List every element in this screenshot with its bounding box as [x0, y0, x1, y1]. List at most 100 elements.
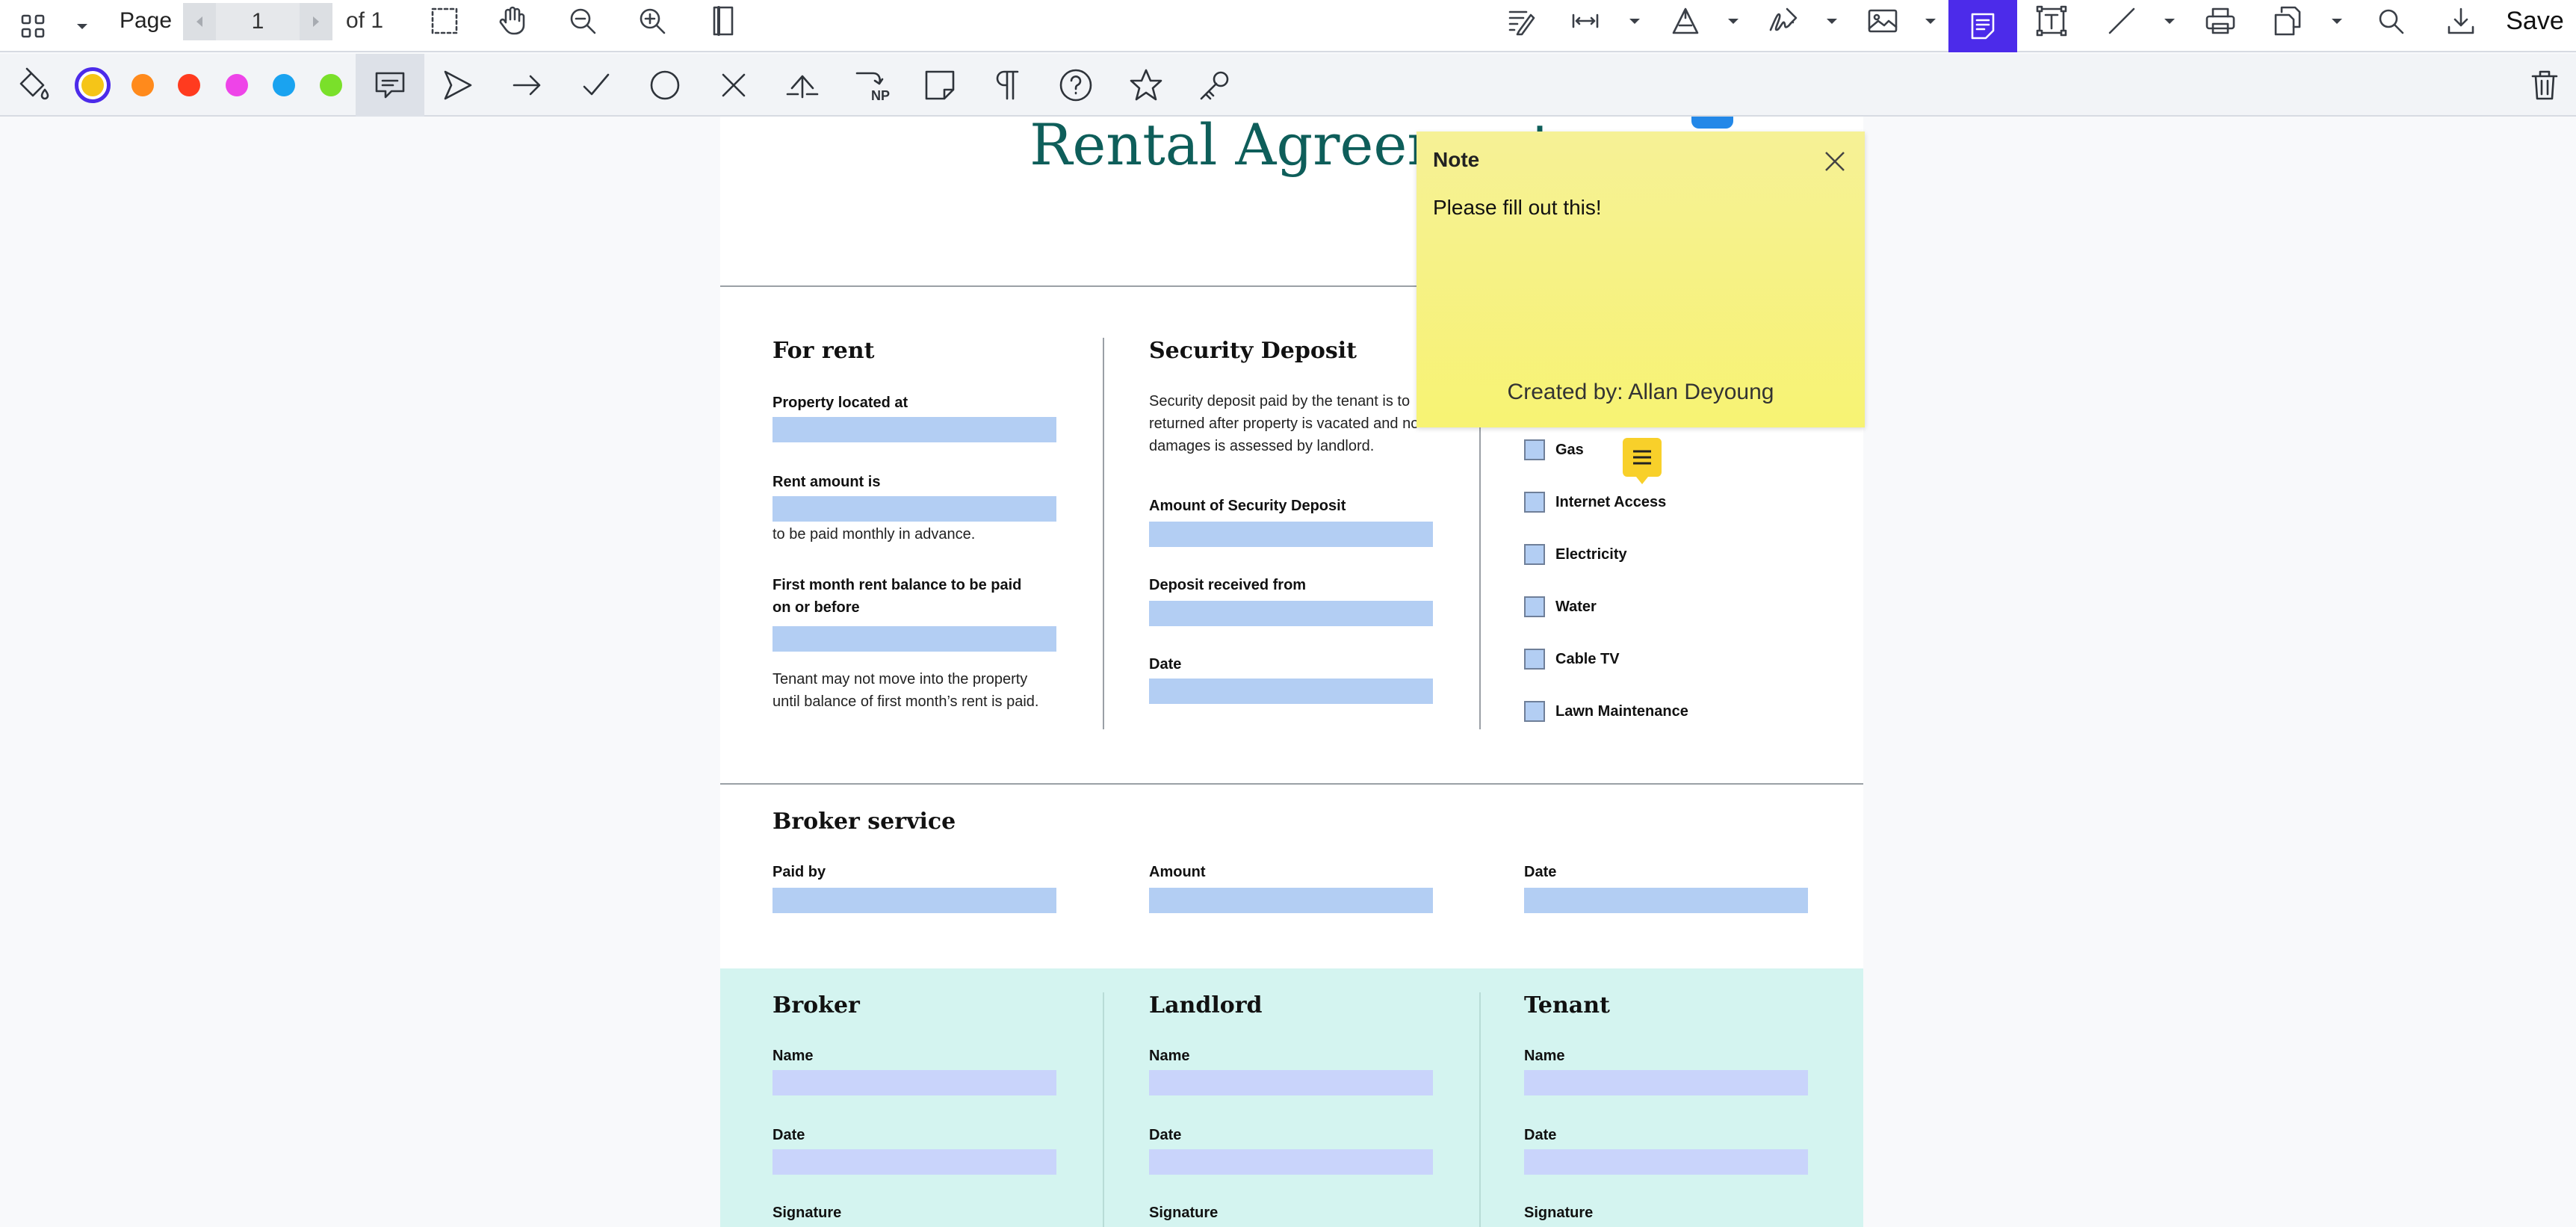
landlord-name-label: Name	[1149, 1048, 1190, 1064]
landlord-date-field[interactable]	[1149, 1149, 1433, 1175]
broker-sig-date-field[interactable]	[773, 1149, 1056, 1175]
security-deposit-heading: Security Deposit	[1149, 338, 1357, 364]
tenant-name-field[interactable]	[1524, 1070, 1808, 1095]
pages-dropdown-icon[interactable]	[2322, 0, 2352, 42]
trash-icon[interactable]	[2522, 54, 2567, 117]
help-icon[interactable]	[1053, 54, 1098, 117]
grid-icon[interactable]	[10, 0, 55, 52]
broker-name-field[interactable]	[773, 1070, 1056, 1095]
annotation-pin[interactable]	[1691, 117, 1733, 129]
sticky-note-icon[interactable]	[917, 54, 962, 117]
note-body[interactable]: Please fill out this!	[1433, 196, 1602, 220]
first-month-label-line2: on or before	[773, 599, 860, 616]
replace-text-icon[interactable]: NP	[849, 54, 895, 117]
page-count: of 1	[346, 8, 384, 33]
deposit-date-field[interactable]	[1149, 679, 1433, 704]
broker-sig-date-label: Date	[773, 1127, 805, 1143]
chevron-left-icon	[196, 16, 202, 27]
color-swatch-red[interactable]	[170, 54, 208, 117]
checkbox-label-lawn: Lawn Maintenance	[1555, 703, 1688, 720]
cross-icon[interactable]	[711, 54, 756, 117]
pan-hand-icon[interactable]	[489, 0, 534, 42]
rent-note: to be paid monthly in advance.	[773, 526, 976, 543]
broker-name-label: Name	[773, 1048, 814, 1064]
checkbox-lawn[interactable]	[1524, 701, 1545, 722]
checkbox-water[interactable]	[1524, 596, 1545, 617]
color-swatch-yellow[interactable]	[70, 54, 115, 117]
tenant-name-label: Name	[1524, 1048, 1565, 1064]
previous-page-button[interactable]	[183, 3, 216, 40]
key-icon[interactable]	[1192, 54, 1237, 117]
paint-bucket-icon[interactable]	[10, 54, 55, 117]
measure-dropdown-icon[interactable]	[1620, 0, 1650, 42]
tenant-signature-label: Signature	[1524, 1205, 1594, 1221]
signature-icon[interactable]	[1762, 0, 1806, 42]
arrow-icon[interactable]	[505, 54, 550, 117]
checkbox-cable-tv[interactable]	[1524, 649, 1545, 670]
check-icon[interactable]	[574, 54, 619, 117]
broker-service-heading: Broker service	[773, 809, 956, 835]
save-button[interactable]: Save	[2494, 0, 2576, 42]
checkbox-gas[interactable]	[1524, 439, 1545, 460]
fill-sign-icon[interactable]	[1663, 0, 1708, 42]
text-box-icon[interactable]	[2029, 0, 2074, 42]
np-label: NP	[871, 88, 891, 103]
first-month-field[interactable]	[773, 626, 1056, 652]
deposit-amount-field[interactable]	[1149, 522, 1433, 547]
tenant-date-label: Date	[1524, 1127, 1557, 1143]
tenant-note-line1: Tenant may not move into the property	[773, 671, 1028, 687]
chevron-right-icon	[313, 16, 319, 27]
page-navigator: 1	[183, 3, 332, 40]
property-label: Property located at	[773, 395, 908, 411]
single-page-view-icon[interactable]	[702, 0, 744, 42]
chevron-down-icon[interactable]	[67, 0, 97, 52]
color-swatch-green[interactable]	[312, 54, 350, 117]
paid-by-label: Paid by	[773, 864, 826, 880]
print-icon[interactable]	[2198, 0, 2243, 42]
first-month-label-line1: First month rent balance to be paid	[773, 577, 1022, 593]
comment-icon[interactable]	[356, 54, 424, 117]
insert-text-icon[interactable]	[780, 54, 825, 117]
rent-amount-field[interactable]	[773, 496, 1056, 522]
broker-signature-label: Signature	[773, 1205, 842, 1221]
paragraph-icon[interactable]	[985, 54, 1030, 117]
circle-icon[interactable]	[643, 54, 687, 117]
note-popup[interactable]: Note Please fill out this! Created by: A…	[1417, 132, 1865, 427]
line-icon[interactable]	[2099, 0, 2144, 42]
close-icon[interactable]	[1821, 148, 1848, 175]
image-icon[interactable]	[1860, 0, 1905, 42]
zoom-out-icon[interactable]	[560, 0, 605, 42]
image-dropdown-icon[interactable]	[1916, 0, 1945, 42]
broker-date-field[interactable]	[1524, 888, 1808, 913]
star-icon[interactable]	[1124, 54, 1168, 117]
paid-by-field[interactable]	[773, 888, 1056, 913]
signature-dropdown-icon[interactable]	[1817, 0, 1847, 42]
note-marker-icon[interactable]	[1623, 438, 1662, 484]
search-icon[interactable]	[2368, 0, 2413, 42]
broker-amount-field[interactable]	[1149, 888, 1433, 913]
color-swatch-blue[interactable]	[265, 54, 303, 117]
checkbox-electricity[interactable]	[1524, 544, 1545, 565]
zoom-in-icon[interactable]	[630, 0, 675, 42]
property-field[interactable]	[773, 417, 1056, 442]
color-swatch-orange[interactable]	[124, 54, 161, 117]
fill-sign-dropdown-icon[interactable]	[1718, 0, 1748, 42]
deposit-received-label: Deposit received from	[1149, 577, 1307, 593]
column-divider	[1103, 992, 1104, 1227]
download-icon[interactable]	[2437, 0, 2485, 42]
tenant-date-field[interactable]	[1524, 1149, 1808, 1175]
checkbox-internet[interactable]	[1524, 492, 1545, 513]
next-page-button[interactable]	[300, 3, 332, 40]
pages-icon[interactable]	[2265, 0, 2310, 42]
line-dropdown-icon[interactable]	[2155, 0, 2185, 42]
deposit-received-field[interactable]	[1149, 601, 1433, 626]
landlord-name-field[interactable]	[1149, 1070, 1433, 1095]
color-swatch-magenta[interactable]	[218, 54, 256, 117]
triangle-arrow-icon[interactable]	[435, 54, 480, 117]
measure-icon[interactable]	[1563, 0, 1608, 42]
deposit-desc-line1: Security deposit paid by the tenant is t…	[1149, 393, 1411, 409]
marquee-select-icon[interactable]	[422, 0, 467, 42]
page-number-input[interactable]: 1	[216, 3, 300, 40]
form-edit-icon[interactable]	[1498, 0, 1543, 42]
note-tool-button[interactable]	[1948, 0, 2017, 52]
